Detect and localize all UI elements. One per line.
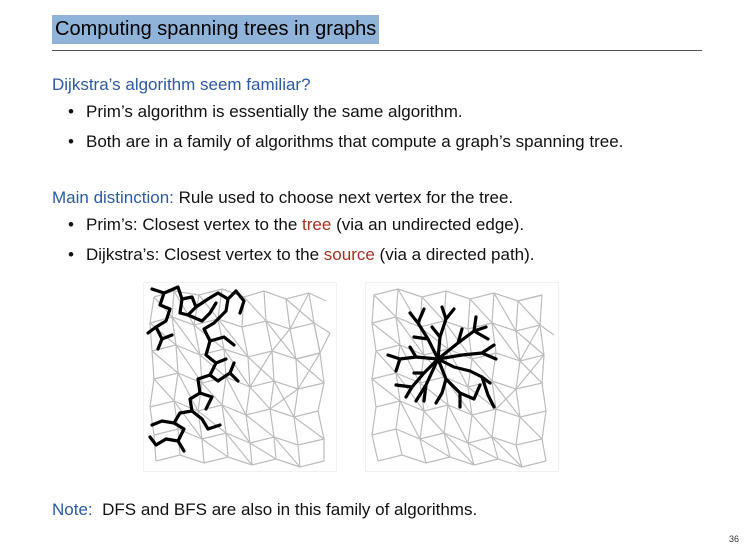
- bullet-text: Prim’s algorithm is essentially the same…: [86, 102, 463, 121]
- note-label: Note:: [52, 500, 93, 519]
- prim-tree-figure: [144, 283, 336, 471]
- bullet-dijkstra-rule: • Dijkstra’s: Closest vertex to the sourc…: [68, 244, 535, 266]
- bullet-dot: •: [68, 102, 74, 121]
- section1-heading: Dijkstra’s algorithm seem familiar?: [52, 75, 311, 94]
- bullet-prim-rule: • Prim’s: Closest vertex to the tree (via…: [68, 214, 524, 236]
- note-text: DFS and BFS are also in this family of a…: [102, 500, 478, 519]
- bullet-prim-same: • Prim’s algorithm is essentially the sam…: [68, 101, 463, 123]
- slide-title: Computing spanning trees in graphs: [52, 15, 380, 44]
- title-divider: [52, 50, 702, 51]
- section2-heading: Main distinction: Rule used to choose ne…: [52, 187, 513, 209]
- bullet-text: Both are in a family of algorithms that …: [86, 132, 624, 151]
- bullet-prefix: Dijkstra’s: Closest vertex to the: [86, 245, 324, 264]
- note-line: Note: DFS and BFS are also in this famil…: [52, 499, 477, 521]
- bullet-family: • Both are in a family of algorithms that…: [68, 131, 623, 153]
- page-number: 36: [728, 534, 739, 544]
- bullet-dot: •: [68, 132, 74, 151]
- dijkstra-tree-figure: [366, 283, 558, 471]
- bullet-dot: •: [68, 215, 74, 234]
- highlight-source: source: [323, 245, 375, 264]
- section2-heading-rest: Rule used to choose next vertex for the …: [173, 188, 514, 207]
- highlight-tree: tree: [302, 215, 332, 234]
- bullet-dot: •: [68, 245, 74, 264]
- section2-heading-label: Main distinction:: [52, 188, 174, 207]
- bullet-suffix: (via an undirected edge).: [331, 215, 525, 234]
- bullet-suffix: (via a directed path).: [374, 245, 535, 264]
- bullet-prefix: Prim’s: Closest vertex to the: [86, 215, 303, 234]
- graph-edges: [371, 288, 555, 468]
